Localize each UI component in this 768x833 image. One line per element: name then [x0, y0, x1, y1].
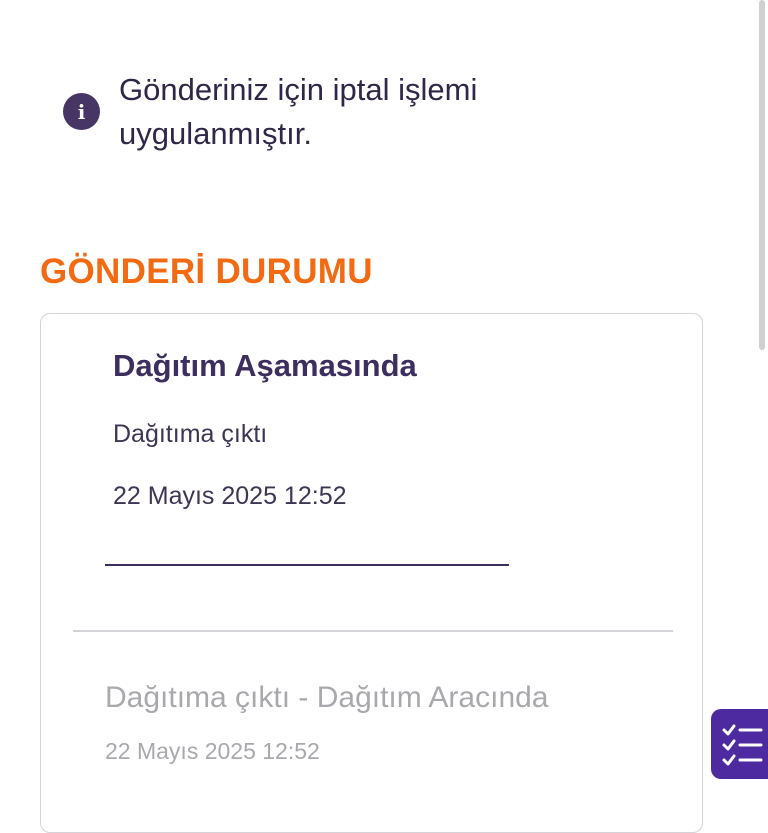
- shipment-status-card: Dağıtım Aşamasında Dağıtıma çıktı 22 May…: [40, 313, 703, 833]
- current-status-datetime: 22 Mayıs 2025 12:52: [113, 482, 347, 510]
- info-icon: i: [63, 93, 100, 130]
- current-status-title: Dağıtım Aşamasında: [113, 348, 417, 383]
- card-divider: [73, 630, 673, 632]
- history-item-title: Dağıtıma çıktı - Dağıtım Aracında: [105, 681, 549, 714]
- section-title: GÖNDERİ DURUMU: [40, 252, 373, 291]
- history-item-datetime: 22 Mayıs 2025 12:52: [105, 738, 320, 764]
- checklist-fab-button[interactable]: [711, 709, 768, 779]
- checklist-icon: [722, 724, 763, 766]
- status-underline: [105, 564, 509, 566]
- current-status-description: Dağıtıma çıktı: [113, 420, 268, 448]
- cancellation-message: Gönderiniz için iptal işlemi uygulanmışt…: [119, 72, 478, 151]
- page-scrollbar[interactable]: [759, 0, 765, 350]
